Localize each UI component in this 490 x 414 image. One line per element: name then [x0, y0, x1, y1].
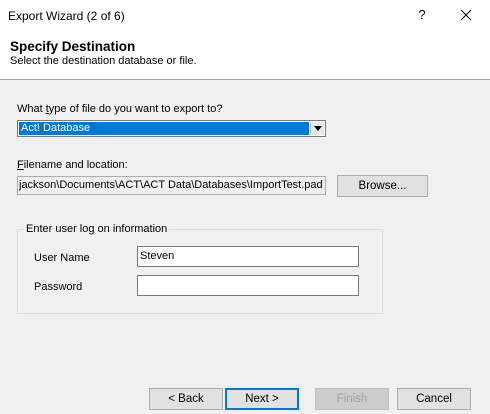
filename-field[interactable]: jackson\Documents\ACT\ACT Data\Databases… [17, 176, 326, 195]
page-subtitle: Select the destination database or file. [10, 55, 197, 67]
page-title: Specify Destination [10, 39, 136, 54]
window-title: Export Wizard (2 of 6) [8, 9, 125, 23]
file-type-label: What type of file do you want to export … [17, 103, 223, 115]
cancel-button[interactable]: Cancel [397, 388, 471, 410]
logon-groupbox: Enter user log on information [17, 223, 383, 314]
help-button[interactable]: ? [414, 6, 430, 24]
filename-label: Filename and location: [17, 159, 128, 171]
password-label: Password [34, 281, 83, 293]
username-label: User Name [34, 252, 90, 264]
file-type-select[interactable]: Act! Database [17, 120, 326, 137]
close-icon [460, 9, 472, 21]
close-button[interactable] [455, 5, 477, 25]
next-button[interactable]: Next > [225, 388, 299, 410]
file-type-selected-value: Act! Database [19, 122, 309, 135]
password-input[interactable] [137, 275, 359, 296]
browse-button[interactable]: Browse... [337, 175, 428, 197]
logon-legend: Enter user log on information [24, 223, 170, 235]
chevron-down-icon[interactable] [310, 122, 324, 135]
username-input[interactable]: Steven [137, 246, 359, 267]
wizard-header: Specify Destination Select the destinati… [0, 30, 490, 80]
finish-button[interactable]: Finish [315, 388, 389, 410]
title-bar: Export Wizard (2 of 6) ? [0, 0, 490, 30]
back-button[interactable]: < Back [149, 388, 223, 410]
